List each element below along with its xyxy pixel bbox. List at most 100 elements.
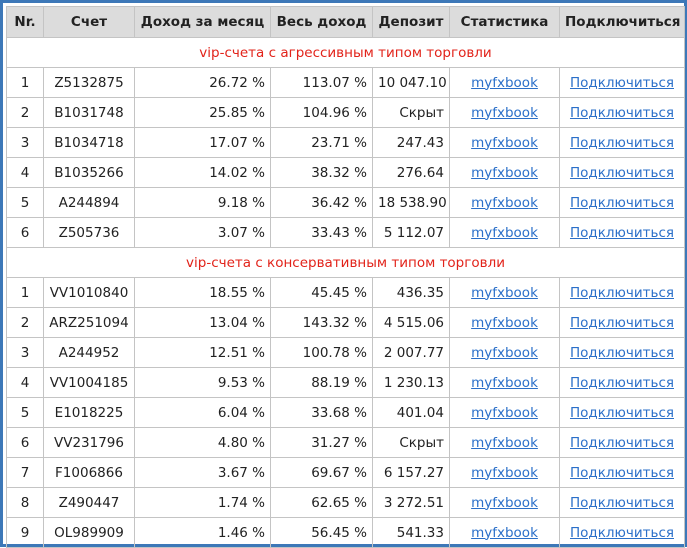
myfxbook-link[interactable]: myfxbook <box>471 345 538 361</box>
monthly-income: 3.67 % <box>134 457 271 488</box>
row-number: 1 <box>6 67 44 98</box>
connect-link[interactable]: Подключиться <box>570 465 674 481</box>
header-total-income: Весь доход <box>270 6 373 38</box>
deposit-amount: 541.33 <box>372 517 450 548</box>
myfxbook-link-cell: myfxbook <box>449 217 560 248</box>
account-number: ARZ251094 <box>43 307 135 338</box>
connect-link[interactable]: Подключиться <box>570 345 674 361</box>
myfxbook-link-cell: myfxbook <box>449 487 560 518</box>
table-row: 4 VV1004185 9.53 % 88.19 % 1 230.13 myfxbook П… <box>6 367 685 398</box>
total-income: 36.42 % <box>270 187 373 218</box>
monthly-income: 1.46 % <box>134 517 271 548</box>
connect-link[interactable]: Подключиться <box>570 435 674 451</box>
connect-link-cell: Подключиться <box>559 127 685 158</box>
myfxbook-link[interactable]: myfxbook <box>471 195 538 211</box>
header-deposit: Депозит <box>372 6 450 38</box>
total-income: 104.96 % <box>270 97 373 128</box>
myfxbook-link-cell: myfxbook <box>449 277 560 308</box>
connect-link[interactable]: Подключиться <box>570 405 674 421</box>
myfxbook-link[interactable]: myfxbook <box>471 525 538 541</box>
account-number: OL989909 <box>43 517 135 548</box>
myfxbook-link-cell: myfxbook <box>449 67 560 98</box>
myfxbook-link[interactable]: myfxbook <box>471 105 538 121</box>
group-title: vip-счета с консервативным типом торговл… <box>6 247 685 278</box>
myfxbook-link[interactable]: myfxbook <box>471 285 538 301</box>
connect-link[interactable]: Подключиться <box>570 195 674 211</box>
myfxbook-link[interactable]: myfxbook <box>471 405 538 421</box>
account-number: B1034718 <box>43 127 135 158</box>
table-row: 2 B1031748 25.85 % 104.96 % Скрыт myfxbook Под… <box>6 97 685 128</box>
row-number: 2 <box>6 97 44 128</box>
connect-link-cell: Подключиться <box>559 337 685 368</box>
connect-link[interactable]: Подключиться <box>570 375 674 391</box>
myfxbook-link[interactable]: myfxbook <box>471 375 538 391</box>
myfxbook-link[interactable]: myfxbook <box>471 165 538 181</box>
connect-link-cell: Подключиться <box>559 487 685 518</box>
connect-link[interactable]: Подключиться <box>570 315 674 331</box>
myfxbook-link-cell: myfxbook <box>449 97 560 128</box>
connect-link[interactable]: Подключиться <box>570 525 674 541</box>
deposit-amount: Скрыт <box>372 427 450 458</box>
myfxbook-link[interactable]: myfxbook <box>471 75 538 91</box>
total-income: 56.45 % <box>270 517 373 548</box>
connect-link[interactable]: Подключиться <box>570 105 674 121</box>
connect-link-cell: Подключиться <box>559 217 685 248</box>
connect-link[interactable]: Подключиться <box>570 495 674 511</box>
group-title: vip-счета с агрессивным типом торговли <box>6 37 685 68</box>
total-income: 143.32 % <box>270 307 373 338</box>
myfxbook-link[interactable]: myfxbook <box>471 135 538 151</box>
total-income: 62.65 % <box>270 487 373 518</box>
connect-link[interactable]: Подключиться <box>570 225 674 241</box>
myfxbook-link[interactable]: myfxbook <box>471 315 538 331</box>
account-number: A244952 <box>43 337 135 368</box>
monthly-income: 17.07 % <box>134 127 271 158</box>
myfxbook-link-cell: myfxbook <box>449 427 560 458</box>
header-connect: Подключиться <box>559 6 685 38</box>
connect-link-cell: Подключиться <box>559 397 685 428</box>
myfxbook-link[interactable]: myfxbook <box>471 225 538 241</box>
monthly-income: 26.72 % <box>134 67 271 98</box>
monthly-income: 6.04 % <box>134 397 271 428</box>
table-body: vip-счета с агрессивным типом торговли 1 Z… <box>6 37 685 548</box>
monthly-income: 14.02 % <box>134 157 271 188</box>
total-income: 88.19 % <box>270 367 373 398</box>
table-row: 4 B1035266 14.02 % 38.32 % 276.64 myfxbook Под… <box>6 157 685 188</box>
group-header-row: vip-счета с консервативным типом торговл… <box>6 247 685 278</box>
deposit-amount: 5 112.07 <box>372 217 450 248</box>
table-row: 5 A244894 9.18 % 36.42 % 18 538.90 myfxbook По… <box>6 187 685 218</box>
myfxbook-link[interactable]: myfxbook <box>471 435 538 451</box>
row-number: 7 <box>6 457 44 488</box>
myfxbook-link[interactable]: myfxbook <box>471 495 538 511</box>
deposit-amount: 3 272.51 <box>372 487 450 518</box>
row-number: 1 <box>6 277 44 308</box>
total-income: 45.45 % <box>270 277 373 308</box>
connect-link-cell: Подключиться <box>559 187 685 218</box>
total-income: 23.71 % <box>270 127 373 158</box>
connect-link[interactable]: Подключиться <box>570 285 674 301</box>
myfxbook-link[interactable]: myfxbook <box>471 465 538 481</box>
account-number: E1018225 <box>43 397 135 428</box>
myfxbook-link-cell: myfxbook <box>449 397 560 428</box>
row-number: 2 <box>6 307 44 338</box>
myfxbook-link-cell: myfxbook <box>449 307 560 338</box>
deposit-amount: 10 047.10 <box>372 67 450 98</box>
deposit-amount: 4 515.06 <box>372 307 450 338</box>
connect-link[interactable]: Подключиться <box>570 165 674 181</box>
connect-link[interactable]: Подключиться <box>570 75 674 91</box>
account-number: Z5132875 <box>43 67 135 98</box>
table-row: 3 A244952 12.51 % 100.78 % 2 007.77 myfxbook П… <box>6 337 685 368</box>
total-income: 38.32 % <box>270 157 373 188</box>
deposit-amount: 436.35 <box>372 277 450 308</box>
myfxbook-link-cell: myfxbook <box>449 127 560 158</box>
connect-link[interactable]: Подключиться <box>570 135 674 151</box>
table-row: 8 Z490447 1.74 % 62.65 % 3 272.51 myfxbook Под… <box>6 487 685 518</box>
row-number: 4 <box>6 367 44 398</box>
myfxbook-link-cell: myfxbook <box>449 517 560 548</box>
myfxbook-link-cell: myfxbook <box>449 367 560 398</box>
connect-link-cell: Подключиться <box>559 277 685 308</box>
account-number: B1031748 <box>43 97 135 128</box>
row-number: 5 <box>6 187 44 218</box>
table-row: 6 Z505736 3.07 % 33.43 % 5 112.07 myfxbook Под… <box>6 217 685 248</box>
table-row: 7 F1006866 3.67 % 69.67 % 6 157.27 myfxbook По… <box>6 457 685 488</box>
monthly-income: 4.80 % <box>134 427 271 458</box>
